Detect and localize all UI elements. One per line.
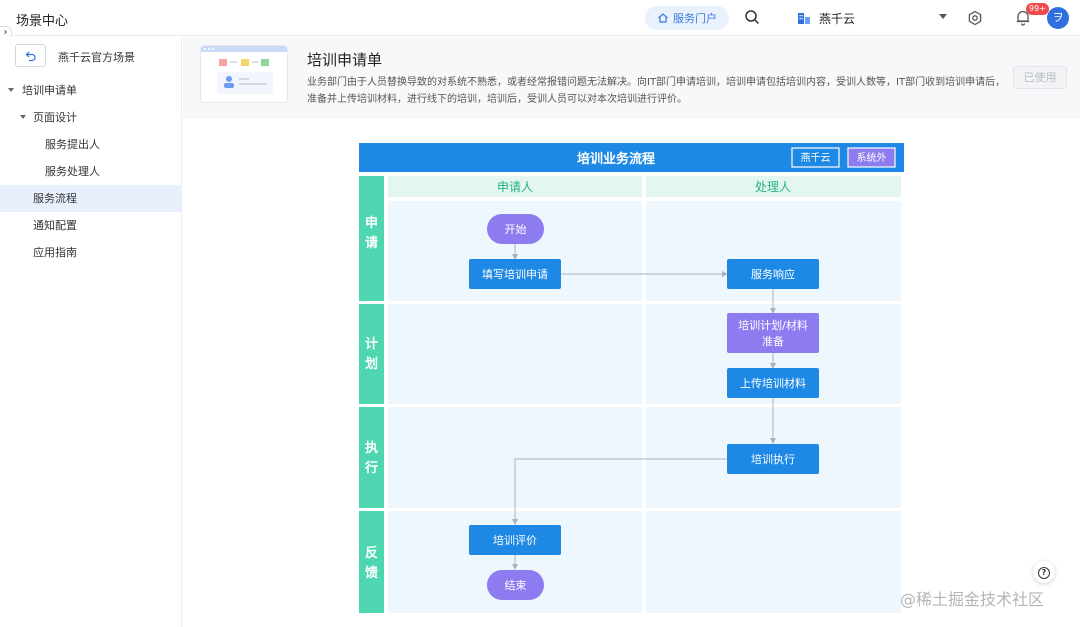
svg-text:服务响应: 服务响应 xyxy=(751,267,795,281)
svg-text:培训执行: 培训执行 xyxy=(751,452,795,466)
sidebar-item-label: 页面设计 xyxy=(33,111,77,124)
phase-plan: 计 xyxy=(365,336,378,352)
sidebar-tree: 培训申请单 页面设计 服务提出人 服务处理人 服务流程 通知配置 应用指南 xyxy=(0,77,182,266)
used-button[interactable]: 已使用 xyxy=(1013,66,1067,89)
watermark: @稀土掘金技术社区 xyxy=(900,590,1045,609)
svg-text:开始: 开始 xyxy=(505,222,527,236)
flowchart-title: 培训业务流程 xyxy=(577,151,655,167)
svg-text:填写培训申请: 填写培训申请 xyxy=(482,267,548,281)
question-icon: ? xyxy=(1038,567,1050,579)
svg-text:行: 行 xyxy=(364,460,378,476)
svg-text:培训计划/材料: 培训计划/材料 xyxy=(738,318,808,332)
scene-name: 燕千云官方场景 xyxy=(58,51,135,64)
sidebar-item-service-handler[interactable]: 服务处理人 xyxy=(0,158,182,185)
tag-external: 系统外 xyxy=(857,151,887,164)
sidebar-item-service-requester[interactable]: 服务提出人 xyxy=(0,131,182,158)
sidebar-item-label: 通知配置 xyxy=(33,219,77,232)
sidebar-item-service-flow[interactable]: 服务流程 xyxy=(0,185,182,212)
content-area: 培训业务流程 燕千云 系统外 申请人 处理人 申 请 计 划 执 行 反 馈 开… xyxy=(183,119,1080,627)
sidebar-item-label: 应用指南 xyxy=(33,246,77,259)
notification-badge: 99+ xyxy=(1026,3,1049,15)
svg-text:请: 请 xyxy=(365,235,378,251)
tag-yanqianyun: 燕千云 xyxy=(801,152,831,164)
back-arrow-icon xyxy=(25,51,36,61)
help-button[interactable]: ? xyxy=(1033,561,1055,583)
phase-feedback: 反 xyxy=(365,545,378,561)
org-switcher[interactable]: 燕千云 xyxy=(797,8,947,28)
service-portal-label: 服务门户 xyxy=(673,12,717,25)
back-button[interactable] xyxy=(15,44,46,67)
sidebar: 燕千云官方场景 培训申请单 页面设计 服务提出人 服务处理人 服务流程 通知配置… xyxy=(0,37,182,627)
page-description: 业务部门由于人员替换导致的对系统不熟悉，或者经常报错问题无法解决。向IT部门申请… xyxy=(307,77,1006,105)
scene-thumbnail xyxy=(200,45,288,103)
svg-text:准备: 准备 xyxy=(762,334,784,348)
settings-icon[interactable] xyxy=(967,10,983,26)
home-icon xyxy=(658,13,668,23)
phase-execute: 执 xyxy=(365,440,378,456)
sidebar-item-app-guide[interactable]: 应用指南 xyxy=(0,239,182,266)
phase-apply: 申 xyxy=(365,215,378,231)
caret-down-icon xyxy=(8,88,14,92)
svg-text:上传培训材料: 上传培训材料 xyxy=(740,376,806,390)
caret-down-icon xyxy=(20,115,26,119)
svg-text:馈: 馈 xyxy=(365,565,378,581)
svg-text:划: 划 xyxy=(365,356,378,372)
sidebar-item-label: 服务处理人 xyxy=(45,165,100,178)
sidebar-item-page-design[interactable]: 页面设计 xyxy=(0,104,182,131)
app-title: 场景中心 xyxy=(16,14,69,29)
avatar[interactable]: ヲ xyxy=(1047,7,1069,29)
svg-text:结束: 结束 xyxy=(505,579,527,592)
page-title: 培训申请单 xyxy=(307,51,383,69)
top-bar: 场景中心 服务门户 燕千云 99+ ヲ xyxy=(0,0,1080,36)
column-applicant: 申请人 xyxy=(497,180,533,194)
org-name: 燕千云 xyxy=(819,11,856,26)
sidebar-item-label: 培训申请单 xyxy=(22,84,77,97)
sidebar-item-training-request[interactable]: 培训申请单 xyxy=(0,77,182,104)
scene-header: 培训申请单 业务部门由于人员替换导致的对系统不熟悉，或者经常报错问题无法解决。向… xyxy=(183,37,1080,119)
sidebar-item-label: 服务流程 xyxy=(33,192,77,205)
sidebar-item-label: 服务提出人 xyxy=(45,138,100,151)
svg-text:培训评价: 培训评价 xyxy=(493,533,537,547)
search-icon[interactable] xyxy=(744,9,760,25)
column-handler: 处理人 xyxy=(755,180,791,194)
training-flowchart: 培训业务流程 燕千云 系统外 申请人 处理人 申 请 计 划 执 行 反 馈 开… xyxy=(359,143,904,613)
building-icon xyxy=(798,13,810,24)
service-portal-button[interactable]: 服务门户 xyxy=(645,6,729,30)
sidebar-item-notification-config[interactable]: 通知配置 xyxy=(0,212,182,239)
caret-down-icon xyxy=(939,14,947,19)
